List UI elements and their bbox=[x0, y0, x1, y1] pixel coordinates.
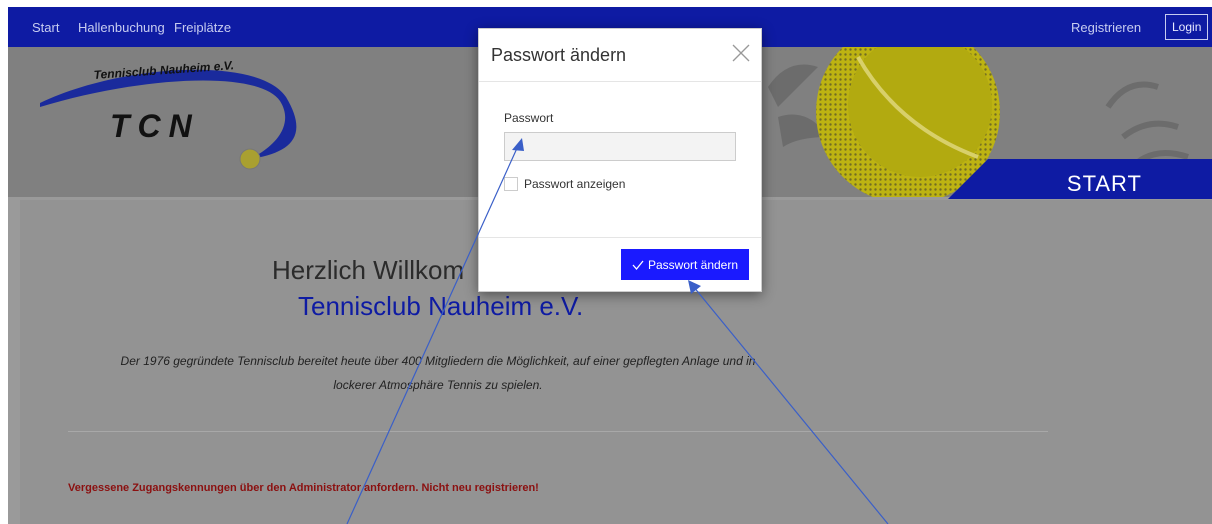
close-icon[interactable] bbox=[731, 43, 751, 63]
club-logo: Tennisclub Nauheim e.V. TCN bbox=[40, 58, 297, 170]
page-section-label: START bbox=[1066, 171, 1142, 196]
checkmark-icon bbox=[632, 260, 644, 270]
welcome-heading: Herzlich Willkom bbox=[272, 255, 465, 285]
password-label: Passwort bbox=[504, 111, 554, 125]
dialog-title: Passwort ändern bbox=[491, 45, 627, 65]
change-password-dialog: Passwort ändern Passwort Passwort anzeig… bbox=[478, 28, 762, 292]
change-password-button-label: Passwort ändern bbox=[647, 257, 739, 272]
intro-line-2: lockerer Atmosphäre Tennis zu spielen. bbox=[333, 378, 543, 392]
warning-notice: Vergessene Zugangskennungen über den Adm… bbox=[68, 482, 539, 494]
show-password-label[interactable]: Passwort anzeigen bbox=[524, 177, 625, 191]
logo-abbr: TCN bbox=[110, 108, 200, 144]
club-heading: Tennisclub Nauheim e.V. bbox=[298, 291, 584, 321]
section-divider bbox=[68, 431, 1048, 432]
dialog-header: Passwort ändern bbox=[479, 29, 761, 82]
register-link[interactable]: Registrieren bbox=[1071, 20, 1141, 35]
show-password-checkbox[interactable] bbox=[504, 177, 518, 191]
nav-link-freiplaetze[interactable]: Freiplätze bbox=[174, 20, 231, 35]
change-password-button[interactable]: Passwort ändern bbox=[621, 249, 749, 280]
nav-link-hallenbuchung[interactable]: Hallenbuchung bbox=[78, 20, 165, 35]
nav-link-start[interactable]: Start bbox=[32, 20, 59, 35]
intro-text: Der 1976 gegründete Tennisclub bereitet … bbox=[88, 349, 788, 397]
login-button[interactable]: Login bbox=[1165, 14, 1209, 40]
password-input[interactable] bbox=[504, 132, 736, 161]
intro-line-1: Der 1976 gegründete Tennisclub bereitet … bbox=[120, 354, 756, 368]
